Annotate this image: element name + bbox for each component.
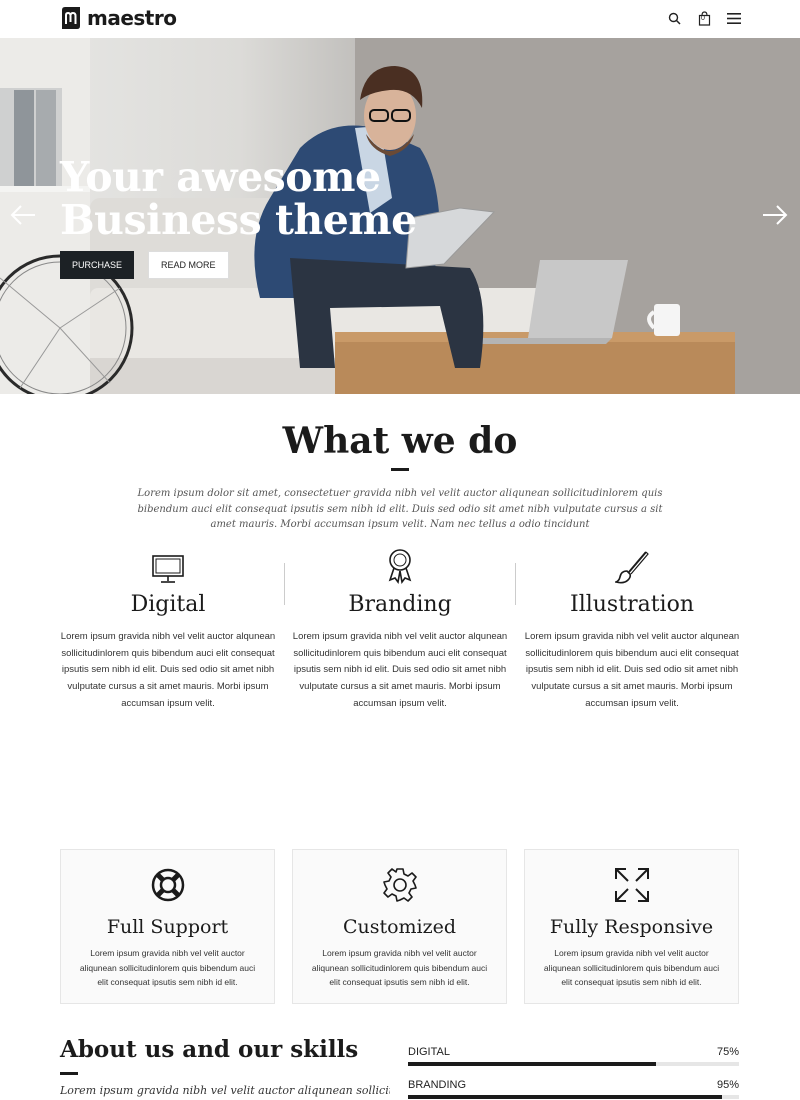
cart-count: 0	[701, 15, 705, 22]
service-text: Lorem ipsum gravida nibh vel velit aucto…	[524, 631, 740, 709]
menu-icon[interactable]	[726, 10, 742, 26]
cart-icon[interactable]: 0	[696, 10, 712, 26]
service-text: Lorem ipsum gravida nibh vel velit aucto…	[292, 631, 508, 709]
feature-card-responsive: Fully Responsive Lorem ipsum gravida nib…	[524, 849, 739, 1004]
about-text: Lorem ipsum gravida nibh vel velit aucto…	[60, 1084, 390, 1097]
skill-digital: DIGITAL 75%	[408, 1046, 739, 1066]
maestro-logo-icon	[62, 7, 80, 29]
brand-name: maestro	[87, 6, 177, 30]
purchase-button[interactable]: PURCHASE	[60, 251, 135, 279]
feature-title: Customized	[342, 916, 457, 938]
arrow-left-icon[interactable]	[10, 204, 36, 226]
skill-fill	[408, 1062, 657, 1066]
service-title: Branding	[348, 592, 452, 617]
what-we-do-intro: Lorem ipsum dolor sit amet, consectetuer…	[137, 488, 663, 530]
feature-title: Full Support	[106, 916, 229, 938]
expand-icon	[614, 868, 649, 902]
feature-text: Lorem ipsum gravida nibh vel velit aucto…	[79, 948, 256, 987]
brush-icon	[615, 551, 649, 584]
skill-percent: 75%	[716, 1046, 739, 1058]
logo[interactable]: maestro	[60, 6, 177, 30]
skill-fill	[408, 1095, 723, 1099]
gear-icon	[382, 868, 417, 902]
skill-percent: 95%	[716, 1079, 739, 1091]
feature-card-support: Full Support Lorem ipsum gravida nibh ve…	[60, 849, 275, 1004]
search-icon[interactable]	[666, 10, 682, 26]
service-digital: Digital Lorem ipsum gravida nibh vel vel…	[52, 548, 284, 713]
hero-title-line-1: Your awesome	[60, 153, 381, 201]
about-underline	[60, 1072, 78, 1075]
skill-track	[408, 1062, 739, 1066]
read-more-button[interactable]: READ MORE	[148, 251, 229, 279]
feature-text: Lorem ipsum gravida nibh vel velit aucto…	[311, 948, 488, 987]
feature-text: Lorem ipsum gravida nibh vel velit aucto…	[543, 948, 720, 987]
arrow-right-icon[interactable]	[762, 204, 788, 226]
skill-branding: BRANDING 95%	[408, 1079, 739, 1099]
what-we-do-title: What we do	[282, 420, 518, 462]
service-illustration: Illustration Lorem ipsum gravida nibh ve…	[516, 548, 748, 713]
skill-name: DIGITAL	[408, 1046, 450, 1058]
service-title: Illustration	[570, 592, 694, 617]
hero-slider: Your awesome Business theme PURCHASE REA…	[0, 38, 800, 394]
hero-title-line-2: Business theme	[60, 196, 417, 244]
lifebuoy-icon	[151, 868, 184, 902]
award-icon	[388, 549, 412, 584]
hero-title: Your awesome Business theme	[60, 156, 480, 242]
skill-name: BRANDING	[408, 1079, 467, 1091]
service-title: Digital	[130, 592, 206, 617]
service-branding: Branding Lorem ipsum gravida nibh vel ve…	[284, 548, 516, 713]
site-header: maestro 0	[0, 0, 800, 38]
service-text: Lorem ipsum gravida nibh vel velit aucto…	[60, 631, 276, 709]
feature-card-customized: Customized Lorem ipsum gravida nibh vel …	[292, 849, 507, 1004]
title-underline	[391, 468, 409, 471]
monitor-icon	[152, 555, 184, 583]
skill-track	[408, 1095, 739, 1099]
feature-title: Fully Responsive	[549, 916, 714, 938]
about-title: About us and our skills	[60, 1036, 359, 1063]
